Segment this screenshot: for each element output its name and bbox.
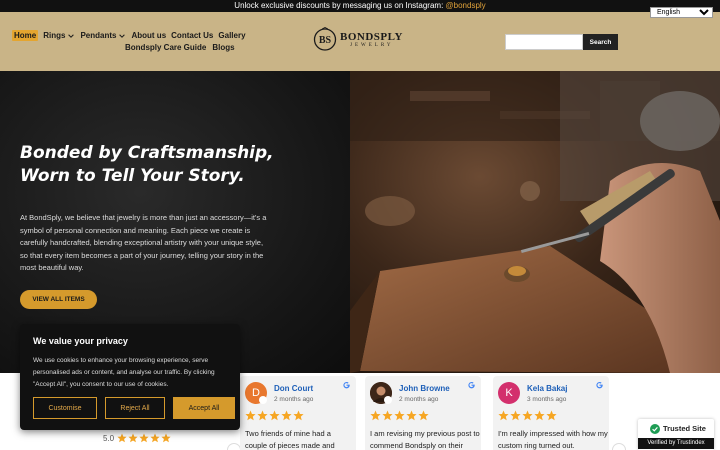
next-review-button[interactable]	[612, 443, 626, 450]
cookie-body: We use cookies to enhance your browsing …	[33, 357, 215, 388]
instagram-link[interactable]: @bondsply	[446, 1, 486, 10]
site-logo[interactable]: BS BONDSPLY JEWELRY	[313, 27, 403, 51]
google-icon	[468, 382, 475, 389]
site-header: Home Rings Pendants About us Contact Us …	[0, 12, 720, 71]
nav-item-contact[interactable]: Contact Us	[171, 31, 213, 40]
star-icon	[269, 410, 280, 421]
logo-name: BONDSPLY	[340, 30, 403, 43]
nav-item-care-guide[interactable]: Bondsply Care Guide	[125, 43, 206, 52]
language-select[interactable]: English	[650, 7, 713, 18]
reviewer-avatar: K	[498, 382, 520, 404]
hero-image	[350, 71, 720, 373]
logo-wordmark: BONDSPLY JEWELRY	[340, 31, 403, 48]
nav-item-gallery[interactable]: Gallery	[218, 31, 245, 40]
logo-monogram: BS	[319, 35, 332, 46]
review-stars	[370, 410, 429, 421]
star-icon	[418, 410, 429, 421]
nav-item-about[interactable]: About us	[131, 31, 166, 40]
star-icon	[257, 410, 268, 421]
google-icon	[343, 382, 350, 389]
hero-title-line2: Worn to Tell Your Story.	[20, 166, 245, 186]
nav-item-pendants[interactable]: Pendants	[80, 31, 126, 40]
review-date: 2 months ago	[399, 396, 439, 403]
accept-all-button[interactable]: Accept All	[173, 397, 235, 419]
nav-item-home[interactable]: Home	[12, 30, 39, 41]
nav-label: Contact Us	[171, 31, 214, 40]
page: Unlock exclusive discounts by messaging …	[0, 0, 720, 450]
nav-label: Blogs	[212, 43, 235, 52]
cookie-buttons: Customise Reject All Accept All	[33, 397, 235, 419]
star-icon	[534, 410, 545, 421]
reviewer-name[interactable]: Don Court	[274, 384, 313, 393]
review-card: John Browne 2 months ago I am revising m…	[365, 376, 481, 450]
verified-badge-icon	[259, 396, 267, 404]
cookie-consent-dialog: We value your privacy We use cookies to …	[20, 324, 240, 430]
announcement-text: Unlock exclusive discounts by messaging …	[234, 1, 444, 10]
trustindex-badge[interactable]: Trusted Site Verified by Trustindex	[638, 419, 714, 450]
logo-monogram-icon: BS	[313, 27, 337, 51]
customise-button[interactable]: Customise	[33, 397, 97, 419]
star-icon	[406, 410, 417, 421]
verified-badge-icon	[384, 396, 392, 404]
star-icon	[382, 410, 393, 421]
star-icon	[522, 410, 533, 421]
trust-badge-top: Trusted Site	[638, 419, 714, 438]
star-icon	[117, 433, 127, 443]
review-text: I am revising my previous post to commen…	[370, 429, 480, 450]
review-stars	[245, 410, 304, 421]
star-icon	[546, 410, 557, 421]
check-shield-icon	[650, 423, 660, 434]
review-text: I'm really impressed with how my custom …	[498, 429, 608, 450]
nav-label: Bondsply Care Guide	[125, 43, 207, 52]
trust-title: Trusted Site	[663, 424, 706, 433]
jeweler-workshop-image	[350, 71, 720, 373]
search-input[interactable]	[505, 34, 583, 50]
prev-review-button[interactable]	[227, 443, 241, 450]
view-all-items-button[interactable]: VIEW ALL ITEMS	[20, 290, 97, 309]
trust-verified: Verified by Trustindex	[638, 438, 714, 449]
nav-item-blogs[interactable]: Blogs	[212, 43, 234, 52]
summary-stars	[117, 433, 171, 443]
review-summary: 5.0	[103, 433, 171, 443]
hero-title: Bonded by Craftsmanship, Worn to Tell Yo…	[20, 142, 340, 188]
google-icon	[596, 382, 603, 389]
star-icon	[510, 410, 521, 421]
secondary-nav: Bondsply Care Guide Blogs	[125, 43, 235, 52]
nav-label: Home	[14, 31, 37, 40]
star-icon	[128, 433, 138, 443]
star-icon	[245, 410, 256, 421]
nav-label: Pendants	[80, 31, 117, 40]
nav-item-rings[interactable]: Rings	[43, 31, 75, 40]
reject-all-button[interactable]: Reject All	[105, 397, 165, 419]
hero-title-line1: Bonded by Craftsmanship,	[20, 143, 274, 163]
reviewer-name[interactable]: Kela Bakaj	[527, 384, 567, 393]
review-date: 2 months ago	[274, 396, 314, 403]
nav-label: About us	[131, 31, 167, 40]
logo-sub: JEWELRY	[350, 42, 394, 48]
chevron-down-icon	[68, 33, 75, 38]
review-text: Two friends of mine had a couple of piec…	[245, 429, 335, 450]
summary-score: 5.0	[103, 433, 115, 443]
star-icon	[293, 410, 304, 421]
search-button[interactable]: Search	[583, 34, 618, 50]
hero-description: At BondSply, we believe that jewelry is …	[20, 213, 267, 272]
star-icon	[150, 433, 160, 443]
star-icon	[498, 410, 509, 421]
star-icon	[394, 410, 405, 421]
review-stars	[498, 410, 557, 421]
star-icon	[281, 410, 292, 421]
reviewer-name[interactable]: John Browne	[399, 384, 450, 393]
cookie-title: We value your privacy	[33, 336, 128, 346]
review-date: 3 months ago	[527, 396, 567, 403]
nav-label: Rings	[43, 31, 66, 40]
main-nav: Home Rings Pendants About us Contact Us …	[12, 30, 246, 41]
review-card: K Kela Bakaj 3 months ago I'm really imp…	[493, 376, 609, 450]
star-icon	[161, 433, 171, 443]
chevron-down-icon	[119, 33, 126, 38]
announcement-bar: Unlock exclusive discounts by messaging …	[0, 0, 720, 12]
review-card: D Don Court 2 months ago Two friends of …	[240, 376, 356, 450]
star-icon	[139, 433, 149, 443]
nav-label: Gallery	[218, 31, 246, 40]
star-icon	[370, 410, 381, 421]
